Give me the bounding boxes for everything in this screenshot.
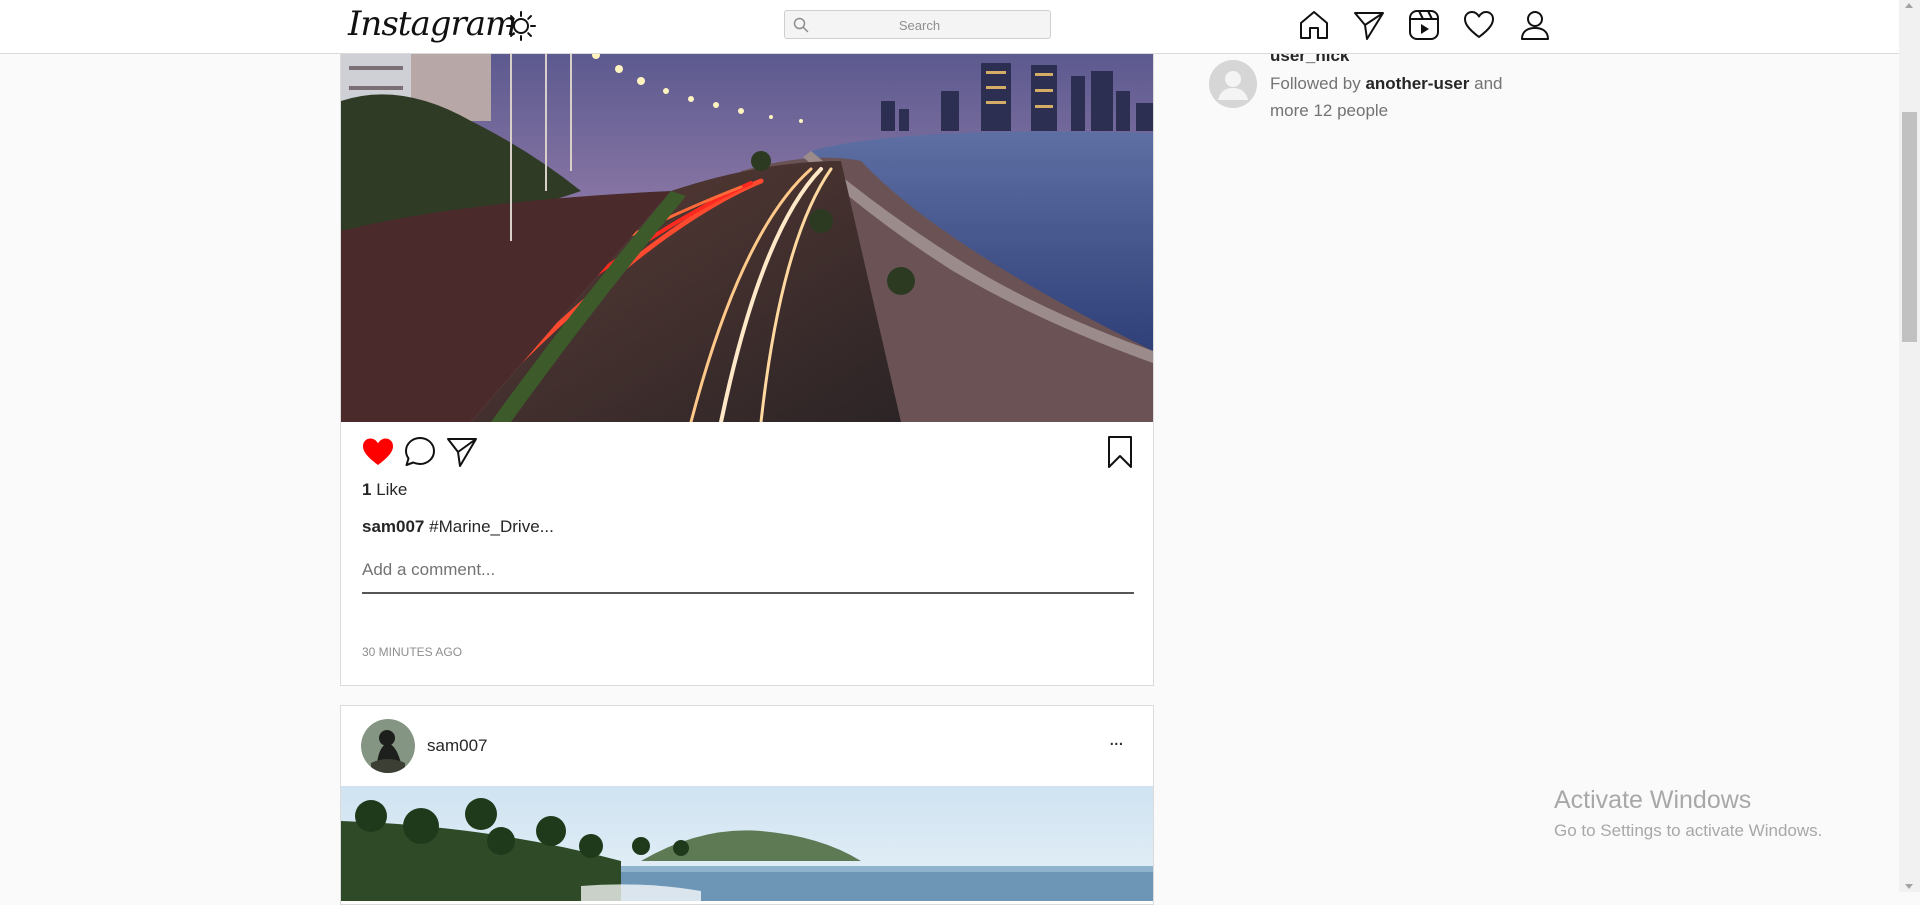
caption-username[interactable]: sam007 [362, 517, 424, 536]
caption-text: #Marine_Drive... [429, 517, 554, 536]
like-count-label: Like [376, 480, 408, 499]
activate-windows-watermark: Activate Windows Go to Settings to activ… [1554, 786, 1822, 841]
post-photo-city[interactable] [341, 0, 1153, 422]
search-input[interactable] [785, 11, 1054, 40]
scrollbar-thumb[interactable] [1902, 112, 1917, 342]
reels-icon[interactable] [1407, 8, 1441, 42]
feed-post: sam007 ... [340, 705, 1154, 905]
avatar[interactable] [1209, 60, 1257, 108]
heart-filled-icon[interactable] [361, 435, 395, 469]
like-count[interactable]: 1 Like [362, 480, 407, 500]
post-caption: sam007 #Marine_Drive... [362, 517, 554, 537]
comment-icon[interactable] [403, 435, 437, 469]
avatar-image [361, 719, 415, 773]
send-icon[interactable] [1352, 8, 1386, 42]
instagram-logo[interactable]: Instagram [348, 4, 517, 44]
bookmark-icon[interactable] [1103, 435, 1137, 469]
post-photo-beach[interactable] [341, 786, 1153, 901]
home-icon[interactable] [1297, 8, 1331, 42]
like-count-number: 1 [362, 480, 372, 499]
feed-post: 1 Like sam007 #Marine_Drive... 30 MINUTE… [340, 0, 1154, 686]
followed-by-text: Followed by another-user and more 12 peo… [1270, 70, 1530, 124]
page-scrollbar[interactable] [1899, 0, 1920, 892]
followed-prefix: Followed by [1270, 74, 1361, 93]
avatar[interactable] [361, 719, 415, 773]
heart-icon[interactable] [1462, 8, 1496, 42]
top-nav: Instagram [0, 0, 1899, 54]
profile-icon[interactable] [1518, 8, 1552, 42]
sun-icon[interactable] [505, 10, 537, 42]
default-avatar-icon [1209, 60, 1257, 108]
post-timestamp: 30 MINUTES AGO [362, 645, 463, 659]
suggestion-item: user_nick Followed by another-user and m… [1209, 44, 1549, 134]
followed-user-link[interactable]: another-user [1365, 74, 1469, 93]
share-icon[interactable] [445, 435, 479, 469]
watermark-subtitle: Go to Settings to activate Windows. [1554, 821, 1823, 840]
more-options-button[interactable]: ... [1109, 728, 1124, 751]
comment-input[interactable] [362, 548, 1134, 594]
post-username[interactable]: sam007 [427, 736, 487, 756]
watermark-title: Activate Windows [1554, 786, 1752, 814]
scroll-up-arrow[interactable] [1905, 3, 1913, 8]
post-actions [361, 435, 1137, 471]
search-box[interactable] [784, 10, 1054, 40]
post-header: sam007 ... [341, 706, 1153, 786]
scroll-down-arrow[interactable] [1905, 884, 1913, 889]
